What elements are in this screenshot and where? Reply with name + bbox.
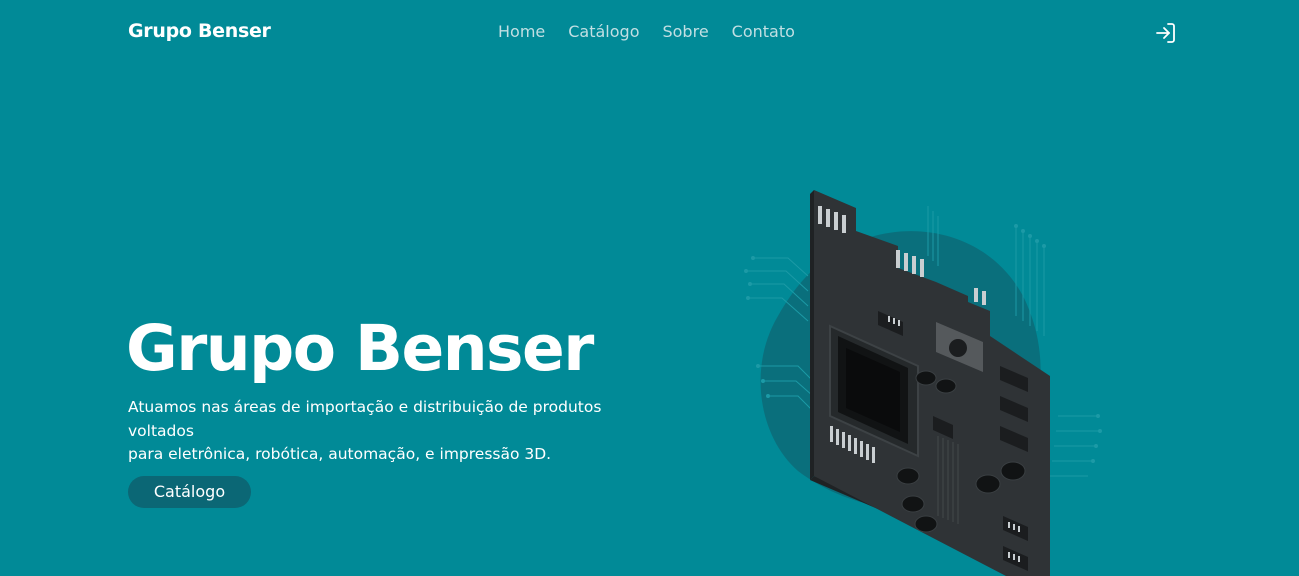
catalog-button[interactable]: Catálogo <box>128 476 251 508</box>
sign-in-icon <box>1156 23 1175 43</box>
nav-link-sobre[interactable]: Sobre <box>662 22 708 41</box>
hero-description-line-2: para eletrônica, robótica, automação, e … <box>128 445 552 463</box>
hero-description: Atuamos nas áreas de importação e distri… <box>128 396 638 467</box>
nav-link-home[interactable]: Home <box>498 22 545 41</box>
circuit-board-illustration <box>738 186 1110 576</box>
brand-logo[interactable]: Grupo Benser <box>128 20 271 42</box>
hero-description-line-1: Atuamos nas áreas de importação e distri… <box>128 398 602 440</box>
circuit-board-icon <box>744 190 1102 576</box>
login-button[interactable] <box>1154 21 1178 45</box>
landing-page: Grupo Benser Home Catálogo Sobre Contato… <box>0 0 1299 576</box>
nav-link-contato[interactable]: Contato <box>732 22 795 41</box>
hero-title: Grupo Benser <box>126 312 594 385</box>
top-navbar: Grupo Benser Home Catálogo Sobre Contato <box>0 0 1299 64</box>
nav-link-catalogo[interactable]: Catálogo <box>568 22 639 41</box>
main-nav: Home Catálogo Sobre Contato <box>498 22 818 41</box>
